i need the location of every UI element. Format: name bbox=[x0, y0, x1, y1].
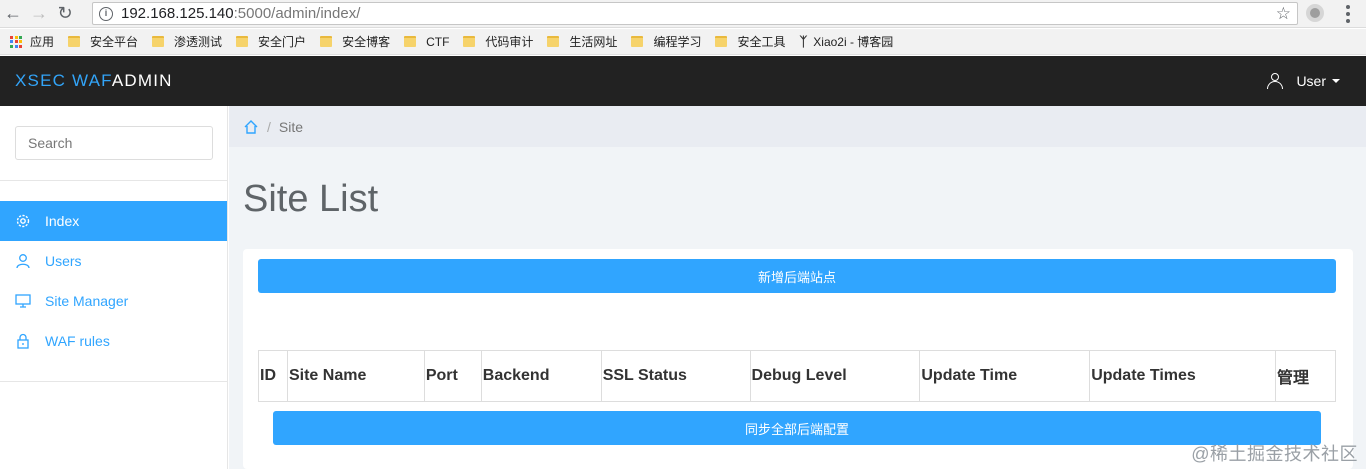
bookmark-folder[interactable]: 安全平台 bbox=[68, 33, 138, 50]
info-icon[interactable]: i bbox=[99, 6, 113, 21]
table-header[interactable]: Port bbox=[423, 350, 482, 402]
folder-icon bbox=[236, 36, 249, 47]
user-icon bbox=[15, 253, 31, 269]
bookmark-folder[interactable]: 安全门户 bbox=[236, 33, 306, 50]
bookmark-folder[interactable]: 代码审计 bbox=[463, 33, 533, 50]
folder-icon bbox=[68, 36, 81, 47]
user-label: User bbox=[1296, 73, 1326, 89]
user-menu[interactable]: User bbox=[1266, 56, 1340, 106]
folder-icon bbox=[715, 36, 728, 47]
home-icon[interactable] bbox=[243, 119, 259, 135]
back-icon[interactable]: ← bbox=[0, 1, 26, 27]
folder-icon bbox=[404, 36, 417, 47]
bookmark-folder[interactable]: CTF bbox=[404, 35, 449, 49]
page-title: Site List bbox=[243, 178, 379, 220]
extension-icon[interactable] bbox=[1306, 4, 1324, 22]
sidebar-search bbox=[0, 106, 227, 181]
brand-logo[interactable]: XSEC WAFADMIN bbox=[15, 71, 173, 91]
bookmark-apps[interactable]: 应用 bbox=[10, 33, 54, 50]
sidebar: Index Users Site Manager WAF rules bbox=[0, 106, 228, 469]
bookmark-folder[interactable]: 安全工具 bbox=[715, 33, 785, 50]
table-header[interactable]: Debug Level bbox=[749, 350, 921, 402]
address-bar[interactable]: i 192.168.125.140:5000/admin/index/ ☆ bbox=[92, 2, 1298, 25]
watermark: @稀土掘金技术社区 bbox=[1191, 444, 1358, 464]
folder-icon bbox=[631, 36, 644, 47]
breadcrumb-separator: / bbox=[267, 118, 271, 135]
sidebar-item-index[interactable]: Index bbox=[0, 201, 227, 241]
bookmark-folder[interactable]: 编程学习 bbox=[631, 33, 701, 50]
monitor-icon bbox=[15, 293, 31, 309]
bookmark-folder[interactable]: 生活网址 bbox=[547, 33, 617, 50]
main-content: / Site Site List 新增后端站点 ID Site Name Por… bbox=[229, 106, 1366, 469]
site-table: ID Site Name Port Backend SSL Status Deb… bbox=[258, 350, 1337, 402]
site-favicon-icon: ᛉ bbox=[799, 34, 808, 49]
bookmark-folder[interactable]: 渗透测试 bbox=[152, 33, 222, 50]
sidebar-nav: Index Users Site Manager WAF rules bbox=[0, 201, 227, 382]
table-header[interactable]: 管理 bbox=[1274, 350, 1337, 402]
table-header[interactable]: Site Name bbox=[286, 350, 425, 402]
folder-icon bbox=[463, 36, 476, 47]
folder-icon bbox=[152, 36, 165, 47]
sidebar-item-label: Index bbox=[45, 213, 80, 229]
folder-icon bbox=[547, 36, 560, 47]
add-backend-site-button[interactable]: 新增后端站点 bbox=[258, 259, 1336, 293]
bookmarks-bar: 应用 安全平台 渗透测试 安全门户 安全博客 CTF 代码审计 生活网址 编程学… bbox=[0, 29, 1366, 55]
folder-icon bbox=[320, 36, 333, 47]
sidebar-item-label: WAF rules bbox=[45, 333, 110, 349]
gear-icon bbox=[15, 213, 31, 229]
browser-menu-icon[interactable] bbox=[1340, 4, 1356, 24]
table-header[interactable]: Update Times bbox=[1089, 350, 1276, 402]
table-header[interactable]: Update Time bbox=[919, 350, 1091, 402]
bookmark-site[interactable]: ᛉ Xiao2i - 博客园 bbox=[799, 33, 893, 50]
user-icon bbox=[1266, 72, 1284, 90]
reload-icon[interactable]: ↻ bbox=[52, 1, 78, 27]
table-header[interactable]: Backend bbox=[480, 350, 602, 402]
forward-icon[interactable]: → bbox=[26, 1, 52, 27]
table-header[interactable]: ID bbox=[258, 350, 288, 402]
lock-icon bbox=[15, 333, 31, 349]
browser-toolbar: ← → ↻ i 192.168.125.140:5000/admin/index… bbox=[0, 0, 1366, 28]
sidebar-item-waf-rules[interactable]: WAF rules bbox=[0, 321, 227, 361]
site-list-panel: 新增后端站点 ID Site Name Port Backend SSL Sta… bbox=[243, 249, 1353, 469]
bookmark-star-icon[interactable]: ☆ bbox=[1276, 3, 1291, 25]
breadcrumb-current: Site bbox=[278, 118, 304, 135]
sidebar-item-site-manager[interactable]: Site Manager bbox=[0, 281, 227, 321]
breadcrumb: / Site bbox=[229, 106, 1366, 147]
table-header-row: ID Site Name Port Backend SSL Status Deb… bbox=[258, 350, 1337, 402]
bookmark-folder[interactable]: 安全博客 bbox=[320, 33, 390, 50]
apps-grid-icon bbox=[10, 35, 22, 48]
sidebar-item-label: Site Manager bbox=[45, 293, 129, 309]
search-input[interactable] bbox=[15, 126, 213, 160]
sidebar-item-label: Users bbox=[45, 253, 82, 269]
sync-all-backend-config-button[interactable]: 同步全部后端配置 bbox=[273, 411, 1321, 445]
caret-down-icon bbox=[1332, 79, 1340, 83]
table-header[interactable]: SSL Status bbox=[600, 350, 751, 402]
sidebar-item-users[interactable]: Users bbox=[0, 241, 227, 281]
url-text: 192.168.125.140:5000/admin/index/ bbox=[121, 5, 361, 22]
app-navbar: XSEC WAFADMIN User bbox=[0, 56, 1366, 106]
